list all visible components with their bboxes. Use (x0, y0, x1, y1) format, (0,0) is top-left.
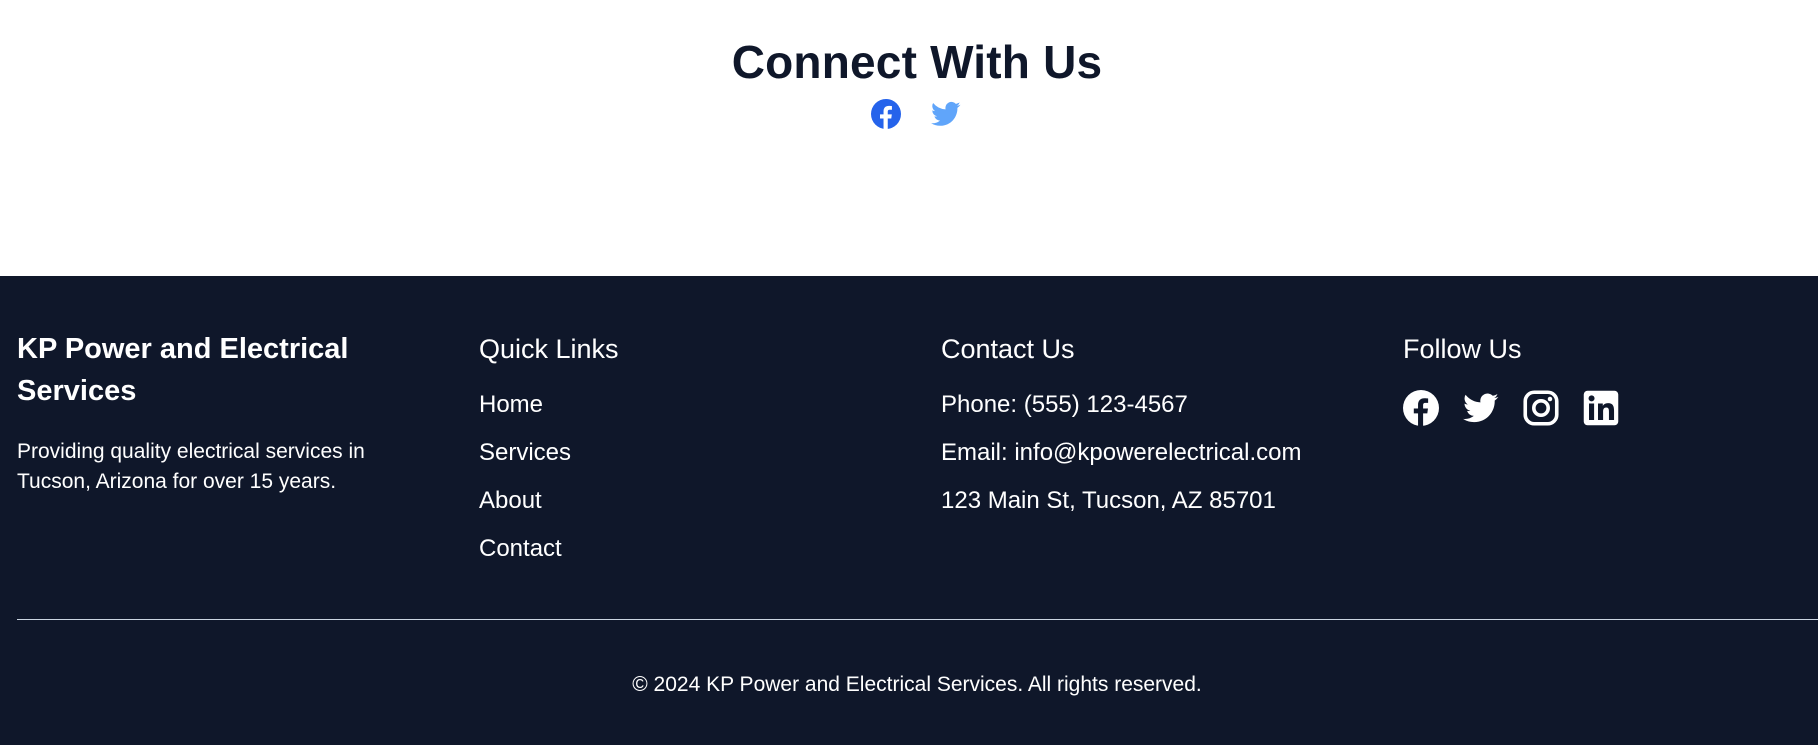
quick-links-list: Home Services About Contact (479, 390, 879, 582)
footer-follow-column: Follow Us (1403, 328, 1803, 426)
connect-title: Connect With Us (731, 36, 1103, 89)
contact-heading: Contact Us (941, 334, 1075, 364)
footer-contact-column: Contact Us Phone: (555) 123-4567 Email: … (941, 328, 1361, 534)
quick-links-heading: Quick Links (479, 334, 619, 364)
connect-social-icons (871, 99, 961, 129)
quick-link-about[interactable]: About (479, 486, 879, 534)
copyright-text: © 2024 KP Power and Electrical Services.… (632, 673, 1202, 696)
facebook-icon[interactable] (1403, 390, 1439, 426)
footer-brand-column: KP Power and Electrical Services Providi… (17, 328, 417, 497)
site-footer: KP Power and Electrical Services Providi… (0, 276, 1818, 745)
quick-link-contact[interactable]: Contact (479, 534, 879, 582)
quick-link-label[interactable]: About (479, 487, 542, 514)
connect-section: Connect With Us (0, 0, 1818, 276)
follow-heading: Follow Us (1403, 334, 1522, 364)
quick-link-label[interactable]: Services (479, 439, 571, 466)
instagram-icon[interactable] (1523, 390, 1559, 426)
contact-phone: Phone: (555) 123-4567 (941, 391, 1188, 418)
twitter-icon[interactable] (1463, 390, 1499, 426)
contact-address: 123 Main St, Tucson, AZ 85701 (941, 487, 1276, 514)
facebook-icon[interactable] (871, 99, 901, 129)
brand-title: KP Power and Electrical Services (17, 333, 349, 407)
follow-social-icons (1403, 390, 1803, 426)
linkedin-icon[interactable] (1583, 390, 1619, 426)
twitter-icon[interactable] (931, 99, 961, 129)
quick-link-home[interactable]: Home (479, 390, 879, 438)
contact-list: Phone: (555) 123-4567 Email: info@kpower… (941, 390, 1361, 534)
contact-email: Email: info@kpowerelectrical.com (941, 439, 1302, 466)
footer-quick-links-column: Quick Links Home Services About Contact (479, 328, 879, 582)
quick-link-label[interactable]: Contact (479, 535, 562, 562)
quick-link-label[interactable]: Home (479, 391, 543, 418)
quick-link-services[interactable]: Services (479, 438, 879, 486)
footer-divider (17, 619, 1818, 620)
brand-description: Providing quality electrical services in… (17, 440, 365, 493)
